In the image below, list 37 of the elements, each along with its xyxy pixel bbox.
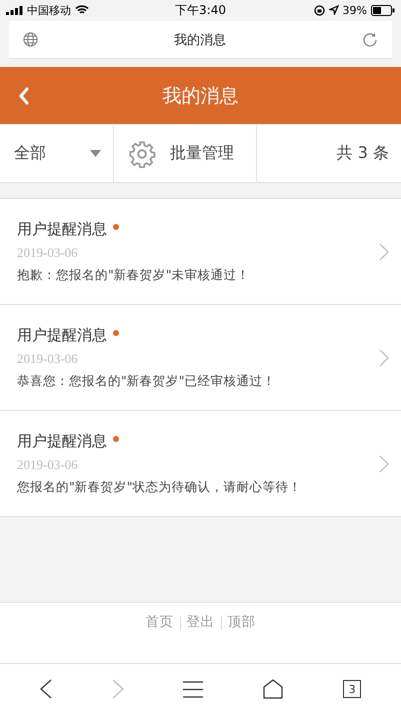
message-title: 用户提醒消息 (17, 432, 107, 450)
chevron-right-icon (379, 348, 389, 366)
clock-time: 下午3:40 (175, 2, 226, 18)
caret-icon (90, 150, 101, 157)
chevron-right-icon (379, 242, 389, 260)
signal-icon (6, 6, 23, 14)
message-item[interactable]: 用户提醒消息 2019-03-06 恭喜您：您报名的"新春贺岁"已经审核通过！ (0, 305, 401, 411)
message-text: 抱歉：您报名的"新春贺岁"未审核通过！ (17, 266, 250, 284)
message-text: 您报名的"新春贺岁"状态为待确认，请耐心等待！ (17, 478, 302, 496)
message-date: 2019-03-06 (17, 350, 79, 366)
carrier-name: 中国移动 (27, 2, 71, 18)
message-item[interactable]: 用户提醒消息 2019-03-06 您报名的"新春贺岁"状态为待确认，请耐心等待！ (0, 411, 401, 517)
message-title: 用户提醒消息 (17, 220, 107, 238)
header-title: 我的消息 (162, 84, 238, 108)
chevron-right-icon (379, 454, 389, 472)
address-bar[interactable]: 我的消息 (9, 21, 392, 59)
battery-icon (371, 4, 395, 16)
gear-icon (128, 140, 156, 168)
reload-icon[interactable] (362, 32, 378, 48)
page-title: 我的消息 (174, 32, 226, 48)
rotation-lock-icon (314, 4, 325, 16)
filter-dropdown[interactable]: 全部 (0, 125, 114, 182)
message-text: 恭喜您：您报名的"新春贺岁"已经审核通过！ (17, 372, 276, 390)
message-count: 共 3 条 (336, 143, 389, 164)
message-date: 2019-03-06 (17, 244, 79, 260)
battery-percent: 39% (342, 4, 367, 16)
wifi-icon (75, 5, 89, 15)
location-arrow-icon (328, 5, 339, 15)
menu-icon[interactable] (183, 680, 204, 698)
home-icon[interactable] (263, 679, 284, 699)
back-icon[interactable] (40, 679, 52, 699)
message-date: 2019-03-06 (17, 456, 79, 472)
batch-manage-button[interactable]: 批量管理 (114, 125, 257, 182)
message-item[interactable]: 用户提醒消息 2019-03-06 抱歉：您报名的"新春贺岁"未审核通过！ (0, 199, 401, 305)
message-title: 用户提醒消息 (17, 326, 107, 344)
tabs-button[interactable]: 3 (343, 680, 362, 698)
globe-icon (23, 32, 38, 47)
